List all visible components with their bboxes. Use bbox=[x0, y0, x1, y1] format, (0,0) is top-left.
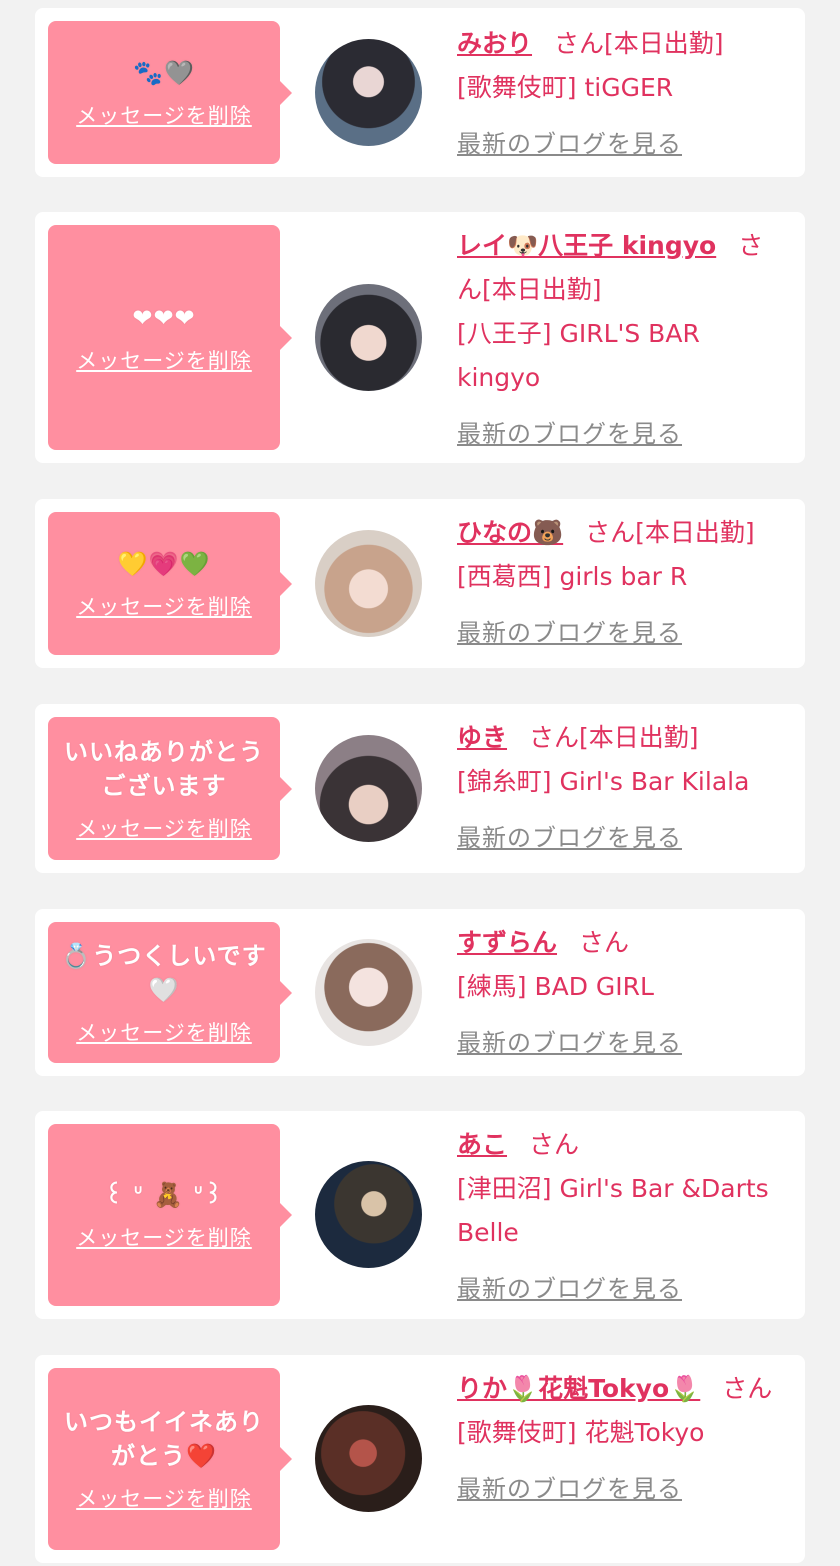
shop-name: [歌舞伎町] 花魁Tokyo bbox=[457, 1418, 705, 1447]
profile-info: ひなの🐻 さん[本日出勤] [西葛西] girls bar R 最新のブログを見る bbox=[457, 511, 787, 655]
girl-name-link[interactable]: みおり bbox=[457, 29, 532, 58]
delete-message-link[interactable]: メッセージを削除 bbox=[76, 345, 252, 375]
message-text: いつもイイネありがとう❤️ bbox=[64, 1408, 264, 1470]
avatar[interactable] bbox=[315, 1161, 422, 1268]
girl-name-link[interactable]: ゆき bbox=[457, 723, 507, 752]
avatar[interactable] bbox=[315, 1405, 422, 1512]
honorific: さん bbox=[554, 29, 605, 58]
honorific: さん bbox=[579, 928, 630, 957]
message-text: ❤❤❤ bbox=[132, 303, 196, 332]
shop-name: [歌舞伎町] tiGGER bbox=[457, 73, 674, 102]
profile-info: みおり さん[本日出勤] [歌舞伎町] tiGGER 最新のブログを見る bbox=[457, 22, 787, 166]
latest-blog-link[interactable]: 最新のブログを見る bbox=[457, 122, 682, 166]
avatar[interactable] bbox=[315, 939, 422, 1046]
delete-message-link[interactable]: メッセージを削除 bbox=[76, 813, 252, 843]
shop-name: [八王子] GIRL'S BAR kingyo bbox=[457, 319, 700, 392]
profile-info: レイ🐶八王子 kingyo さん[本日出勤] [八王子] GIRL'S BAR k… bbox=[457, 224, 787, 456]
message-bubble: ❤❤❤ メッセージを削除 bbox=[48, 225, 292, 450]
delete-message-link[interactable]: メッセージを削除 bbox=[76, 591, 252, 621]
girl-name-link[interactable]: あこ bbox=[457, 1130, 507, 1159]
message-bubble: 🐾🩶 メッセージを削除 bbox=[48, 21, 292, 164]
honorific: さん bbox=[529, 1130, 580, 1159]
avatar[interactable] bbox=[315, 735, 422, 842]
follower-card: いいねありがとうございます メッセージを削除 ゆき さん[本日出勤] [錦糸町] … bbox=[35, 704, 805, 873]
follower-card: 🐾🩶 メッセージを削除 みおり さん[本日出勤] [歌舞伎町] tiGGER 最新… bbox=[35, 8, 805, 177]
honorific: さん bbox=[722, 1374, 773, 1403]
message-bubble: ꒰ ᐡ 🧸 ᐡ꒱ メッセージを削除 bbox=[48, 1124, 292, 1306]
message-text: 🐾🩶 bbox=[133, 58, 195, 87]
girl-name-link[interactable]: すずらん bbox=[457, 928, 557, 957]
profile-info: ゆき さん[本日出勤] [錦糸町] Girl's Bar Kilala 最新のブロ… bbox=[457, 716, 787, 860]
avatar[interactable] bbox=[315, 530, 422, 637]
delete-message-link[interactable]: メッセージを削除 bbox=[76, 1017, 252, 1047]
honorific: さん bbox=[585, 518, 636, 547]
latest-blog-link[interactable]: 最新のブログを見る bbox=[457, 611, 682, 655]
avatar[interactable] bbox=[315, 284, 422, 391]
latest-blog-link[interactable]: 最新のブログを見る bbox=[457, 816, 682, 860]
message-text: ꒰ ᐡ 🧸 ᐡ꒱ bbox=[104, 1181, 224, 1209]
girl-name-link[interactable]: ひなの🐻 bbox=[457, 518, 563, 547]
follower-card: 💍うつくしいです🤍 メッセージを削除 すずらん さん [練馬] BAD GIRL … bbox=[35, 909, 805, 1076]
message-text: いいねありがとうございます bbox=[64, 737, 264, 800]
follower-card: ❤❤❤ メッセージを削除 レイ🐶八王子 kingyo さん[本日出勤] [八王子]… bbox=[35, 212, 805, 463]
message-bubble: いいねありがとうございます メッセージを削除 bbox=[48, 717, 292, 860]
follower-card: 💛💗💚 メッセージを削除 ひなの🐻 さん[本日出勤] [西葛西] girls ba… bbox=[35, 499, 805, 668]
delete-message-link[interactable]: メッセージを削除 bbox=[76, 1483, 252, 1513]
work-status: [本日出勤] bbox=[482, 275, 602, 304]
work-status: [本日出勤] bbox=[635, 518, 755, 547]
work-status: [本日出勤] bbox=[604, 29, 724, 58]
girl-name-link[interactable]: レイ🐶八王子 kingyo bbox=[457, 231, 716, 260]
work-status: [本日出勤] bbox=[579, 723, 699, 752]
message-bubble: いつもイイネありがとう❤️ メッセージを削除 bbox=[48, 1368, 292, 1550]
message-text: 💍うつくしいです🤍 bbox=[61, 941, 267, 1004]
shop-name: [津田沼] Girl's Bar &Darts Belle bbox=[457, 1174, 769, 1247]
shop-name: [錦糸町] Girl's Bar Kilala bbox=[457, 767, 750, 796]
message-text: 💛💗💚 bbox=[117, 549, 211, 578]
latest-blog-link[interactable]: 最新のブログを見る bbox=[457, 1021, 682, 1065]
delete-message-link[interactable]: メッセージを削除 bbox=[76, 1222, 252, 1252]
follower-card: いつもイイネありがとう❤️ メッセージを削除 りか🌷花魁Tokyo🌷 さん [歌舞… bbox=[35, 1355, 805, 1563]
shop-name: [西葛西] girls bar R bbox=[457, 562, 688, 591]
latest-blog-link[interactable]: 最新のブログを見る bbox=[457, 1267, 682, 1311]
latest-blog-link[interactable]: 最新のブログを見る bbox=[457, 1467, 682, 1511]
girl-name-link[interactable]: りか🌷花魁Tokyo🌷 bbox=[457, 1374, 700, 1403]
profile-info: りか🌷花魁Tokyo🌷 さん [歌舞伎町] 花魁Tokyo 最新のブログを見る bbox=[457, 1367, 787, 1511]
follower-card: ꒰ ᐡ 🧸 ᐡ꒱ メッセージを削除 あこ さん [津田沼] Girl's Bar … bbox=[35, 1111, 805, 1319]
delete-message-link[interactable]: メッセージを削除 bbox=[76, 100, 252, 130]
profile-info: すずらん さん [練馬] BAD GIRL 最新のブログを見る bbox=[457, 921, 787, 1065]
avatar[interactable] bbox=[315, 39, 422, 146]
honorific: さん bbox=[529, 723, 580, 752]
shop-name: [練馬] BAD GIRL bbox=[457, 972, 654, 1001]
message-bubble: 💍うつくしいです🤍 メッセージを削除 bbox=[48, 922, 292, 1063]
latest-blog-link[interactable]: 最新のブログを見る bbox=[457, 412, 682, 456]
profile-info: あこ さん [津田沼] Girl's Bar &Darts Belle 最新のブロ… bbox=[457, 1123, 787, 1311]
message-bubble: 💛💗💚 メッセージを削除 bbox=[48, 512, 292, 655]
